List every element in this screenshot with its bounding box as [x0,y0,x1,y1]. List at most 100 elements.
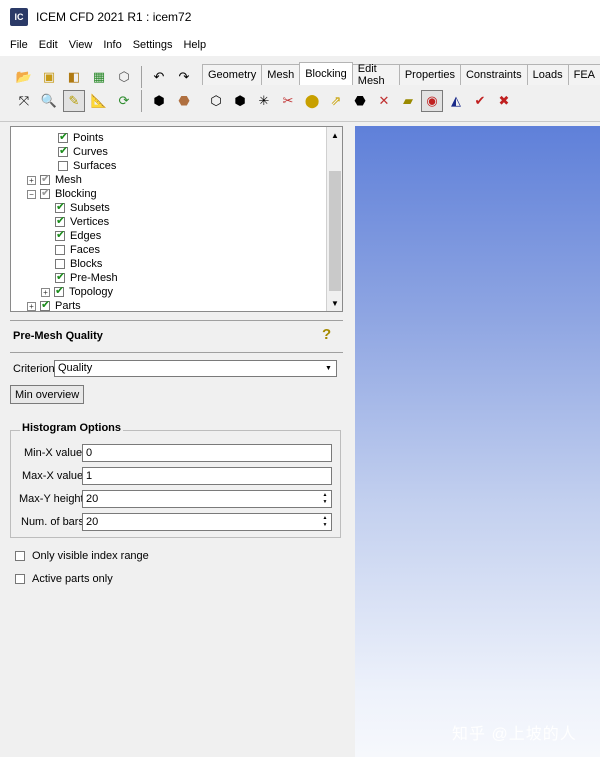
tree-item-points[interactable]: Points [58,130,104,145]
tree-item-blocks[interactable]: Blocks [55,257,102,271]
menu-settings[interactable]: Settings [133,39,173,51]
help-icon[interactable]: ? [322,326,338,344]
open-folder-icon[interactable]: 📂 [13,66,35,88]
checkbox[interactable] [55,259,65,269]
scroll-down-icon[interactable]: ▼ [327,295,343,311]
open-blocking-icon[interactable]: ⬡ [113,66,135,88]
title-bar: IC ICEM CFD 2021 R1 : icem72 [0,0,600,34]
expand-icon[interactable]: + [41,287,50,297]
block-checks-icon[interactable]: ✔ [469,90,491,112]
undo-icon[interactable]: ↶ [148,66,170,88]
associate-icon[interactable]: ⬤ [301,90,323,112]
refresh-icon[interactable]: ⟳ [113,90,135,112]
tab-constraints[interactable]: Constraints [459,64,528,85]
expand-icon[interactable]: + [27,175,36,185]
max-y-spinbox[interactable]: 20 ▲ ▼ [82,490,332,508]
chevron-down-icon[interactable]: ▼ [322,362,335,375]
checkbox[interactable] [40,186,50,199]
tab-fea[interactable]: FEA [567,64,600,85]
checkbox[interactable] [55,245,65,255]
toolbar-separator [141,90,142,112]
split-block-icon[interactable]: ⬢ [229,90,251,112]
scroll-up-icon[interactable]: ▲ [327,127,343,143]
tree-item-curves[interactable]: Curves [58,144,108,159]
pre-mesh-smooth-icon[interactable]: ◭ [445,90,467,112]
checkbox[interactable] [40,298,50,311]
spinner-arrows-icon[interactable]: ▲ ▼ [320,515,330,529]
create-block-icon[interactable]: ⬡ [205,90,227,112]
checkbox[interactable] [55,228,65,241]
menu-view[interactable]: View [69,39,93,51]
criterion-label: Criterion [13,363,55,375]
tree-item-vertices[interactable]: Vertices [55,214,109,229]
open-geometry-icon[interactable]: ◧ [63,66,85,88]
main-toolbar-row-2: ⤧ 🔍 ✎ 📐 ⟳ ⬢ ⬣ [13,90,195,112]
tree-item-mesh[interactable]: +Mesh [27,172,82,187]
zoom-icon[interactable]: 🔍 [38,90,60,112]
num-bars-label: Num. of bars [21,516,84,528]
tab-loads[interactable]: Loads [526,64,569,85]
fit-window-icon[interactable]: ⤧ [13,90,35,112]
redo-icon[interactable]: ↷ [173,66,195,88]
active-parts-checkbox[interactable]: Active parts only [15,573,113,585]
max-x-label: Max-X value [22,470,84,482]
tab-geometry[interactable]: Geometry [202,64,263,85]
save-icon[interactable]: ▣ [38,66,60,88]
checkbox[interactable] [54,284,64,297]
tree-item-edges[interactable]: Edges [55,228,101,243]
tree-scrollbar[interactable]: ▲ ▼ [326,127,342,311]
solid-icon[interactable]: ⬣ [173,90,195,112]
tab-blocking[interactable]: Blocking [299,62,353,85]
min-x-input[interactable]: 0 [82,444,332,462]
move-vertex-icon[interactable]: ⇗ [325,90,347,112]
menu-edit[interactable]: Edit [39,39,58,51]
delete-block-icon[interactable]: ✖ [493,90,515,112]
expand-icon[interactable]: + [27,301,36,311]
pre-mesh-quality-icon[interactable]: ◉ [421,90,443,112]
tree-item-pre-mesh[interactable]: Pre-Mesh [55,270,118,285]
spinner-arrows-icon[interactable]: ▲ ▼ [320,492,330,506]
menu-help[interactable]: Help [183,39,206,51]
graphics-viewport[interactable] [355,126,600,757]
scroll-thumb[interactable] [329,171,341,291]
measure-icon[interactable]: 📐 [88,90,110,112]
edit-edge-icon[interactable]: ✕ [373,90,395,112]
divider [10,320,343,321]
merge-vertices-icon[interactable]: ✳ [253,90,275,112]
checkbox[interactable] [55,270,65,283]
tree-item-parts[interactable]: +Parts [27,298,81,313]
checkbox[interactable] [58,161,68,171]
collapse-icon[interactable]: − [27,189,36,199]
only-visible-checkbox[interactable]: Only visible index range [15,550,149,562]
num-bars-spinbox[interactable]: 20 ▲ ▼ [82,513,332,531]
checkbox[interactable] [55,200,65,213]
pre-mesh-params-icon[interactable]: ▰ [397,90,419,112]
transform-blocks-icon[interactable]: ⬣ [349,90,371,112]
tab-mesh[interactable]: Mesh [261,64,301,85]
checkbox[interactable] [40,172,50,185]
blocking-toolbar: ⬡ ⬢ ✳ ✂ ⬤ ⇗ ⬣ ✕ ▰ ◉ ◭ ✔ ✖ [205,90,515,112]
menu-file[interactable]: File [10,39,28,51]
tab-properties[interactable]: Properties [398,64,461,85]
checkbox[interactable] [58,130,68,143]
tree-item-faces[interactable]: Faces [55,243,100,257]
menu-bar: File Edit View Info Settings Help [0,34,600,56]
checkbox[interactable] [58,144,68,157]
wireframe-icon[interactable]: ⬢ [148,90,170,112]
edit-block-icon[interactable]: ✂ [277,90,299,112]
tree-item-surfaces[interactable]: Surfaces [58,159,116,173]
tree-item-subsets[interactable]: Subsets [55,200,110,215]
open-mesh-icon[interactable]: ▦ [88,66,110,88]
max-x-input[interactable]: 1 [82,467,332,485]
tree-item-blocking[interactable]: −Blocking [27,186,97,201]
checkbox[interactable] [55,214,65,227]
checkbox[interactable] [15,574,25,584]
criterion-select[interactable]: Quality ▼ [54,360,337,377]
tab-edit-mesh[interactable]: Edit Mesh [351,63,400,87]
left-panel: Points Curves Surfaces +Mesh −Blocking S… [8,124,345,757]
menu-info[interactable]: Info [103,39,121,51]
checkbox[interactable] [15,551,25,561]
select-icon[interactable]: ✎ [63,90,85,112]
min-overview-button[interactable]: Min overview [10,385,85,404]
tree-item-topology[interactable]: +Topology [41,284,113,299]
